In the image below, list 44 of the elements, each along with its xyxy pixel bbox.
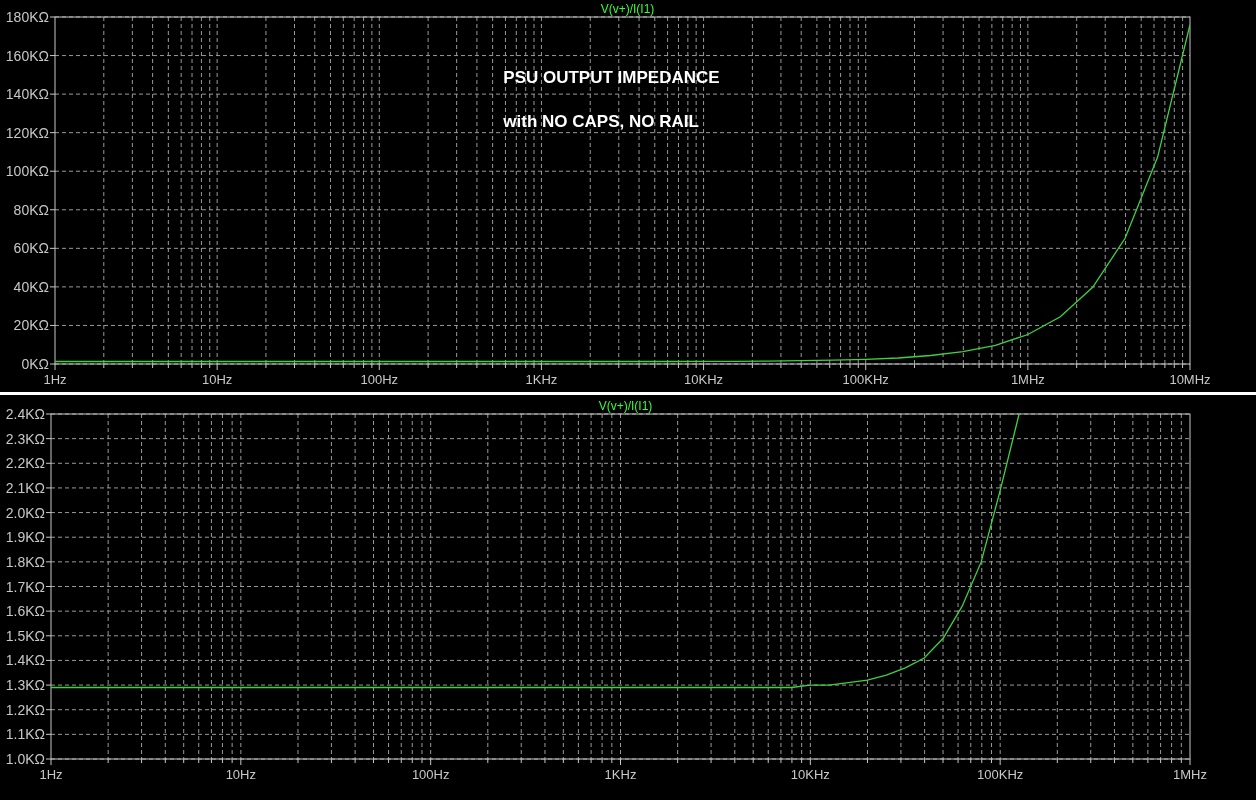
axis-tick-label: 1MHz (1010, 372, 1045, 387)
axis-tick-label: 2.0KΩ (5, 504, 45, 521)
axis-tick-label: 160KΩ (5, 47, 49, 64)
axis-tick-label: 2.1KΩ (5, 479, 45, 496)
axis-tick-label: 2.2KΩ (5, 455, 45, 472)
axis-tick-label: 2.3KΩ (5, 430, 45, 447)
axis-tick-label: 1.2KΩ (5, 701, 45, 718)
axis-tick-label: 1.1KΩ (5, 726, 45, 743)
axis-tick-label: 1.9KΩ (5, 529, 45, 546)
axis-tick-label: 10Hz (225, 767, 256, 782)
axis-tick-label: 0KΩ (21, 356, 49, 372)
axis-tick-label: 1.3KΩ (5, 677, 45, 694)
axis-tick-label: 100Hz (411, 767, 450, 782)
axis-tick-label: 2.4KΩ (5, 406, 45, 422)
axis-tick-label: 1.6KΩ (5, 603, 45, 620)
plot-note: with NO CAPS, NO RAIL (503, 112, 699, 131)
axis-tick-label: 1.0KΩ (5, 751, 45, 767)
axis-tick-label: 1.8KΩ (5, 553, 45, 570)
axis-tick-label: 1.5KΩ (5, 627, 45, 644)
axis-tick-label: 10Hz (201, 372, 233, 387)
axis-tick-label: 180KΩ (5, 9, 49, 25)
axis-tick-label: 100KHz (977, 767, 1024, 782)
axis-tick-label: 10KHz (684, 372, 724, 387)
axis-tick-label: 40KΩ (13, 278, 49, 295)
axis-tick-label: 1Hz (39, 767, 63, 782)
axis-tick-label: 1MHz (1173, 767, 1207, 782)
trace-label[interactable]: V(v+)/I(I1) (600, 2, 655, 16)
axis-tick-label: 60KΩ (13, 240, 49, 257)
axis-tick-label: 100KHz (842, 372, 889, 387)
axis-tick-label: 1KHz (525, 372, 558, 387)
axis-tick-label: 20KΩ (13, 317, 49, 334)
axis-tick-label: 100KΩ (5, 163, 49, 180)
axis-tick-label: 1Hz (43, 372, 67, 387)
axis-tick-label: 10KHz (790, 767, 830, 782)
axis-tick-label: 120KΩ (5, 124, 49, 141)
axis-tick-label: 80KΩ (13, 201, 49, 218)
plot-note: PSU OUTPUT IMPEDANCE (503, 68, 720, 87)
axis-tick-label: 100Hz (360, 372, 399, 387)
axis-tick-label: 1.7KΩ (5, 578, 45, 595)
axis-tick-label: 140KΩ (5, 86, 49, 103)
axis-tick-label: 1.4KΩ (5, 652, 45, 669)
axis-tick-label: 10MHz (1169, 372, 1211, 387)
trace-label[interactable]: V(v+)/I(I1) (598, 399, 653, 413)
axis-tick-label: 1KHz (604, 767, 637, 782)
